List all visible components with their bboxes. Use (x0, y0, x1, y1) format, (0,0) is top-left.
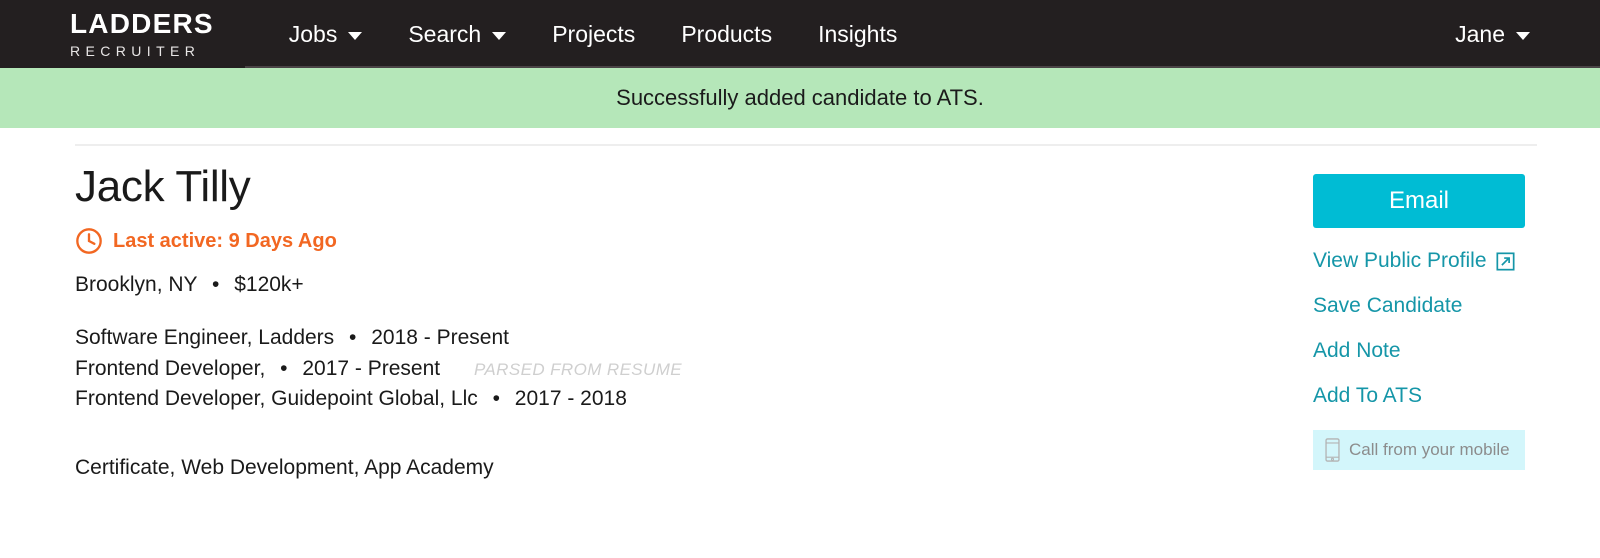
call-from-mobile-label: Call from your mobile (1349, 440, 1510, 459)
nav-item-jobs[interactable]: Jobs (266, 0, 386, 68)
profile-columns: Jack Tilly Last active: 9 Days Ago Brook… (75, 162, 1525, 483)
logo-secondary-text: RECRUITER (70, 43, 201, 59)
call-from-mobile-box[interactable]: Call from your mobile (1313, 430, 1525, 470)
experience-item: Frontend Developer, • 2017 - Present PAR… (75, 354, 1313, 384)
external-link-icon (1496, 251, 1515, 271)
nav-item-products[interactable]: Products (658, 0, 795, 68)
save-candidate-label: Save Candidate (1313, 294, 1463, 317)
experience-title-company: Software Engineer, Ladders (75, 326, 335, 350)
nav-item-projects-label: Projects (552, 20, 636, 47)
chevron-down-icon (348, 31, 363, 40)
candidate-profile-content: Jack Tilly Last active: 9 Days Ago Brook… (0, 144, 1600, 558)
email-button[interactable]: Email (1313, 174, 1525, 228)
nav-item-jobs-label: Jobs (288, 20, 338, 47)
experience-dates: 2018 - Present (371, 326, 509, 350)
location-salary-line: Brooklyn, NY • $120k+ (75, 273, 1313, 297)
education-list: Certificate, Web Development, App Academ… (75, 453, 1313, 483)
experience-dates: 2017 - 2018 (514, 387, 627, 411)
add-note-link[interactable]: Add Note (1313, 339, 1525, 363)
top-navigation-bar: LADDERS RECRUITER Jobs Search Projects P… (0, 0, 1600, 68)
last-active-label: Last active: 9 Days Ago (113, 229, 337, 252)
logo-primary-text: LADDERS (70, 8, 214, 39)
account-menu-label: Jane (1455, 20, 1505, 47)
separator-dot: • (212, 273, 220, 297)
candidate-details: Jack Tilly Last active: 9 Days Ago Brook… (75, 162, 1313, 483)
view-public-profile-label: View Public Profile (1313, 249, 1487, 272)
clock-icon (76, 228, 102, 255)
add-note-label: Add Note (1313, 339, 1401, 362)
success-banner-message: Successfully added candidate to ATS. (616, 85, 984, 110)
parsed-from-resume-tag: PARSED FROM RESUME (473, 359, 683, 379)
nav-item-insights[interactable]: Insights (795, 0, 920, 68)
experience-list: Software Engineer, Ladders • 2018 - Pres… (75, 323, 1313, 414)
nav-item-insights-label: Insights (818, 20, 898, 47)
last-active-status: Last active: 9 Days Ago (75, 227, 1313, 255)
experience-dates: 2017 - Present (302, 356, 441, 380)
account-menu-area: Jane (1432, 0, 1530, 68)
add-to-ats-link[interactable]: Add To ATS (1313, 384, 1525, 408)
account-menu-jane[interactable]: Jane (1432, 0, 1530, 68)
ladders-recruiter-logo[interactable]: LADDERS RECRUITER (70, 8, 214, 59)
success-banner: Successfully added candidate to ATS. (0, 68, 1600, 128)
candidate-actions-panel: Email View Public Profile Save Candidate… (1313, 174, 1525, 483)
main-nav: Jobs Search Projects Products Insights (266, 0, 921, 68)
nav-underline (245, 66, 1600, 68)
candidate-salary: $120k+ (234, 273, 304, 297)
content-divider (75, 144, 1537, 146)
separator-dot: • (492, 387, 500, 411)
candidate-location: Brooklyn, NY (75, 273, 198, 297)
education-item: Certificate, Web Development, App Academ… (75, 455, 494, 479)
nav-item-search-label: Search (408, 20, 482, 47)
experience-item: Software Engineer, Ladders • 2018 - Pres… (75, 323, 1313, 353)
nav-item-search[interactable]: Search (385, 0, 529, 68)
chevron-down-icon (1516, 31, 1530, 40)
view-public-profile-link[interactable]: View Public Profile (1313, 249, 1525, 273)
separator-dot: • (280, 356, 288, 380)
separator-dot: • (349, 326, 357, 350)
experience-title-company: Frontend Developer, Guidepoint Global, L… (75, 387, 478, 411)
nav-item-products-label: Products (681, 20, 773, 47)
experience-title-company: Frontend Developer, (75, 356, 266, 380)
add-to-ats-label: Add To ATS (1313, 384, 1422, 407)
candidate-name: Jack Tilly (75, 162, 251, 211)
chevron-down-icon (492, 31, 507, 40)
nav-item-projects[interactable]: Projects (529, 0, 658, 68)
save-candidate-link[interactable]: Save Candidate (1313, 294, 1525, 318)
experience-item: Frontend Developer, Guidepoint Global, L… (75, 384, 1313, 414)
mobile-phone-icon (1325, 438, 1340, 462)
